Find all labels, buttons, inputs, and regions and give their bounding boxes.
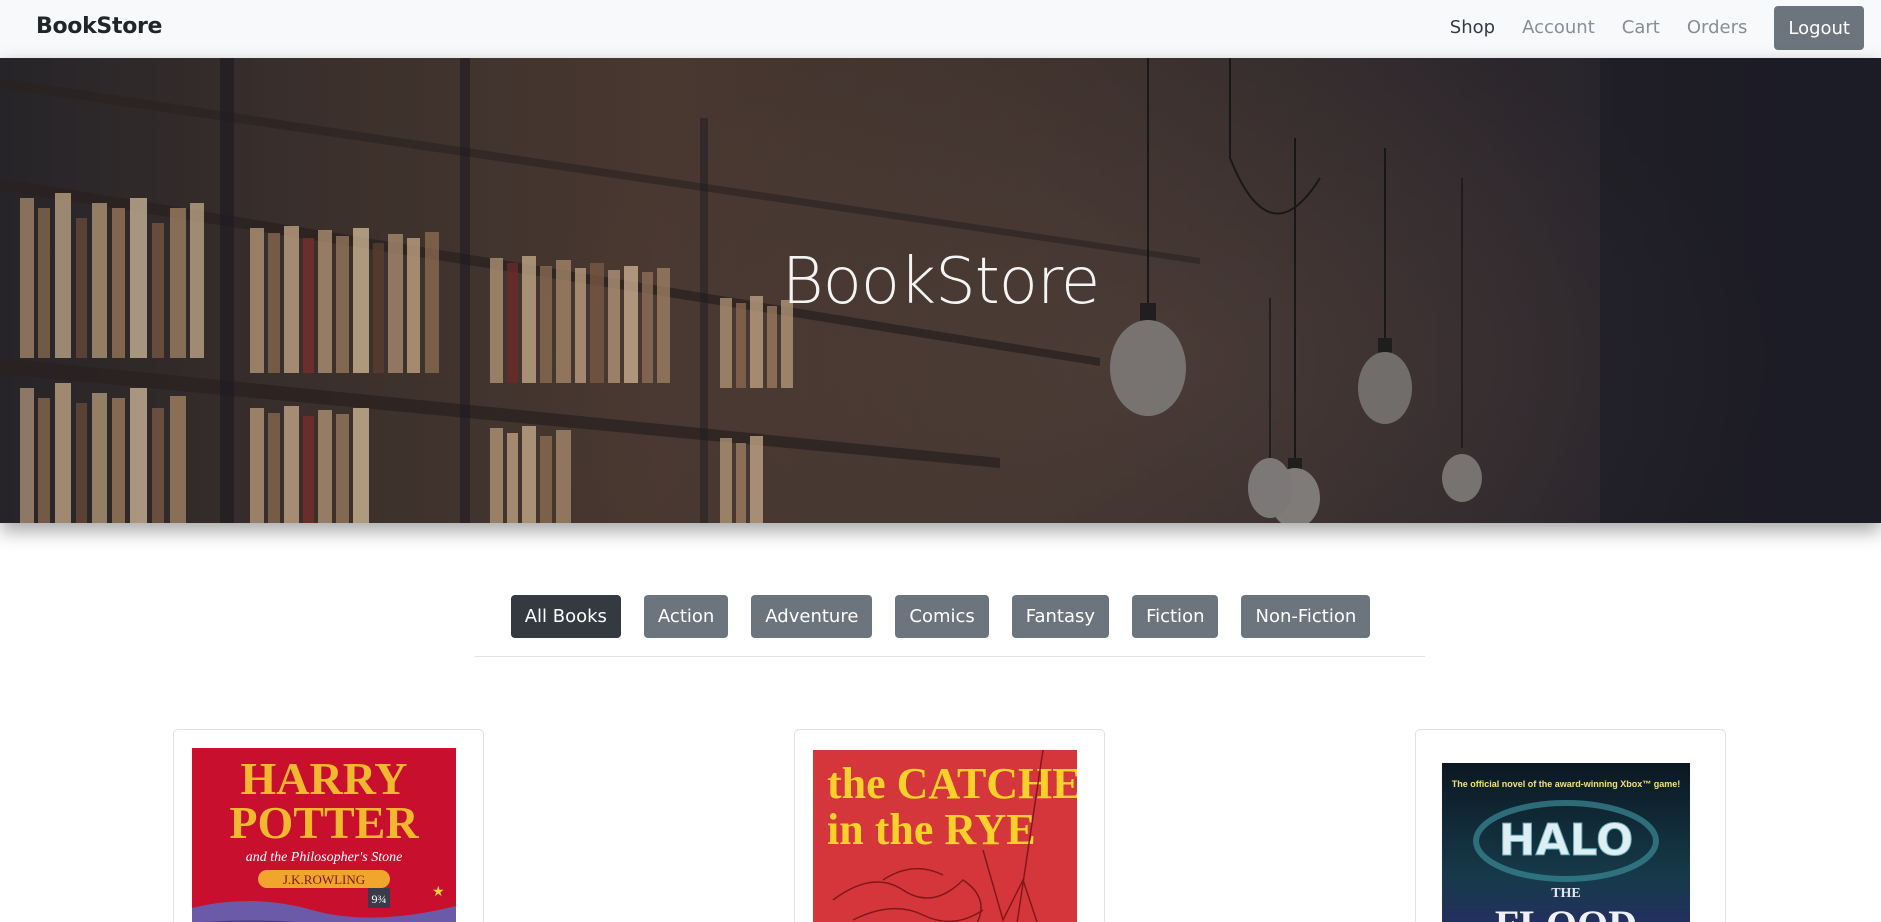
cover-subtitle: and the Philosopher's Stone [246,850,403,865]
book-cover-image[interactable]: HARRY POTTER and the Philosopher's Stone… [192,748,456,922]
nav-link-shop[interactable]: Shop [1450,6,1495,50]
filter-all-books[interactable]: All Books [510,595,621,638]
filter-adventure[interactable]: Adventure [751,595,873,638]
svg-text:★: ★ [432,883,445,899]
book-card[interactable]: the CATCHER in the RYE [794,729,1105,922]
nav-link-cart[interactable]: Cart [1622,6,1660,50]
catcher-in-the-rye-cover: the CATCHER in the RYE [813,750,1077,922]
cover-author: J.K.ROWLING [283,872,365,887]
navbar: BookStore Shop Account Cart Orders Logou… [0,0,1881,58]
book-card[interactable]: The official novel of the award-winning … [1415,729,1726,922]
filter-action[interactable]: Action [643,595,729,638]
nav-link-account[interactable]: Account [1522,6,1595,50]
book-cover-image[interactable]: The official novel of the award-winning … [1442,763,1690,922]
filter-divider [475,656,1425,657]
cover-title-line2: POTTER [229,797,419,848]
category-filters: All Books Action Adventure Comics Fantas… [0,595,1881,638]
nav-link-orders[interactable]: Orders [1687,6,1748,50]
filter-non-fiction[interactable]: Non-Fiction [1241,595,1371,638]
filter-comics[interactable]: Comics [895,595,989,638]
harry-potter-cover: HARRY POTTER and the Philosopher's Stone… [192,748,456,922]
cover-title-line1: the CATCHER [827,759,1077,808]
cover-tagline: The official novel of the award-winning … [1452,779,1681,789]
hero-banner: BookStore [0,58,1881,523]
cover-title-line2: in the RYE [827,805,1036,854]
book-cover-image[interactable]: the CATCHER in the RYE [813,750,1077,922]
book-card[interactable]: HARRY POTTER and the Philosopher's Stone… [173,729,484,922]
cover-subtitle2: FLOOD [1495,902,1637,922]
nav-links: Shop Account Cart Orders Logout [1450,6,1865,50]
filter-fiction[interactable]: Fiction [1132,595,1219,638]
filter-fantasy[interactable]: Fantasy [1011,595,1110,638]
brand-logo[interactable]: BookStore [36,14,162,39]
cover-subtitle: THE [1551,886,1581,901]
logout-button[interactable]: Logout [1774,6,1864,50]
cover-badge: 9¾ [372,892,387,906]
cover-title: HALO [1499,815,1634,866]
halo-the-flood-cover: The official novel of the award-winning … [1442,763,1690,922]
hero-title: BookStore [781,245,1100,319]
